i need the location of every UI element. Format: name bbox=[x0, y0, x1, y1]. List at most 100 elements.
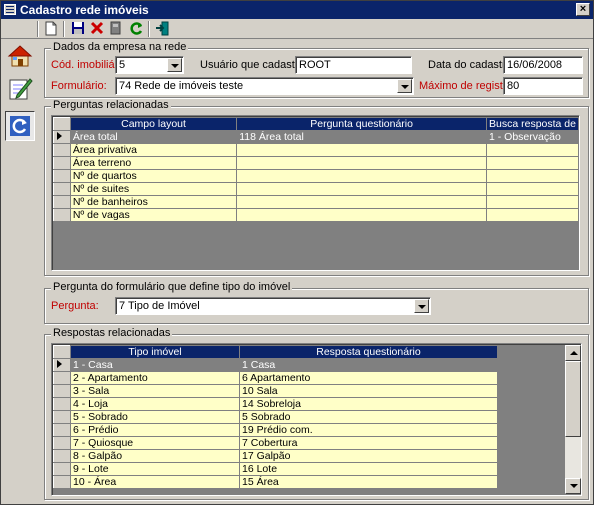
table-row[interactable]: Área terreno bbox=[53, 156, 579, 170]
table-row[interactable]: Nº de suites bbox=[53, 182, 579, 196]
row-indicator[interactable] bbox=[53, 169, 71, 183]
table-cell[interactable]: Nº de suites bbox=[69, 182, 238, 196]
table-row[interactable]: 3 - Sala 10 Sala bbox=[53, 384, 498, 398]
data-cadastro-field[interactable]: 16/06/2008 bbox=[503, 56, 583, 74]
table-row[interactable]: Nº de quartos bbox=[53, 169, 579, 183]
row-indicator[interactable] bbox=[53, 462, 71, 476]
table-cell[interactable]: Nº de banheiros bbox=[69, 195, 238, 209]
table-cell[interactable] bbox=[486, 156, 579, 170]
table-row[interactable]: 10 - Área 15 Área bbox=[53, 475, 498, 489]
row-indicator[interactable] bbox=[53, 143, 71, 157]
table-cell[interactable]: 3 - Sala bbox=[70, 384, 240, 398]
table-cell[interactable] bbox=[236, 169, 487, 183]
column-header[interactable]: Campo layout bbox=[69, 117, 238, 131]
table-cell[interactable]: 16 Lote bbox=[239, 462, 498, 476]
table-row[interactable]: Área total 118 Área total 1 - Observação bbox=[53, 130, 579, 144]
table-cell[interactable]: 118 Área total bbox=[236, 130, 487, 144]
scroll-down-icon[interactable] bbox=[565, 478, 581, 494]
table-cell[interactable]: 5 Sobrado bbox=[239, 410, 498, 424]
table-cell[interactable] bbox=[486, 143, 579, 157]
new-button[interactable] bbox=[42, 21, 60, 37]
table-cell[interactable]: 14 Sobreloja bbox=[239, 397, 498, 411]
usuario-field[interactable]: ROOT bbox=[295, 56, 412, 74]
table-cell[interactable]: 1 - Casa bbox=[70, 358, 240, 372]
table-row[interactable]: Nº de banheiros bbox=[53, 195, 579, 209]
chevron-down-icon[interactable] bbox=[397, 79, 412, 93]
table-cell[interactable]: 6 - Prédio bbox=[70, 423, 240, 437]
table-cell[interactable]: 9 - Lote bbox=[70, 462, 240, 476]
column-header[interactable]: Tipo imóvel bbox=[70, 345, 240, 359]
table-cell[interactable]: Área terreno bbox=[69, 156, 238, 170]
table-cell[interactable] bbox=[236, 208, 487, 222]
table-cell[interactable]: Nº de quartos bbox=[69, 169, 238, 183]
table-cell[interactable]: 10 - Área bbox=[70, 475, 240, 489]
table-cell[interactable]: 7 - Quiosque bbox=[70, 436, 240, 450]
table-cell[interactable] bbox=[486, 195, 579, 209]
sidebar-item-imovel[interactable] bbox=[5, 41, 35, 71]
table-row[interactable]: 8 - Galpão 17 Galpão bbox=[53, 449, 498, 463]
row-indicator[interactable] bbox=[53, 182, 71, 196]
respostas-scrollbar[interactable] bbox=[565, 345, 581, 494]
sidebar-item-formulario[interactable] bbox=[5, 73, 35, 103]
delete-button[interactable] bbox=[88, 21, 106, 37]
table-row[interactable]: Área privativa bbox=[53, 143, 579, 157]
chevron-down-icon[interactable] bbox=[167, 58, 182, 72]
column-header[interactable]: Resposta questionário bbox=[239, 345, 498, 359]
row-indicator[interactable] bbox=[53, 449, 71, 463]
table-cell[interactable]: Área total bbox=[69, 130, 238, 144]
scroll-up-icon[interactable] bbox=[565, 345, 581, 361]
row-indicator[interactable] bbox=[53, 410, 71, 424]
scroll-thumb[interactable] bbox=[565, 361, 581, 437]
row-indicator[interactable] bbox=[53, 156, 71, 170]
table-row[interactable]: 9 - Lote 16 Lote bbox=[53, 462, 498, 476]
close-button[interactable]: × bbox=[576, 3, 590, 16]
table-cell[interactable]: Nº de vagas bbox=[69, 208, 238, 222]
table-row[interactable]: 6 - Prédio 19 Prédio com. bbox=[53, 423, 498, 437]
formulario-select[interactable]: 74 Rede de imóveis teste bbox=[115, 77, 414, 95]
save-button[interactable] bbox=[69, 21, 87, 37]
table-row[interactable]: 4 - Loja 14 Sobreloja bbox=[53, 397, 498, 411]
table-cell[interactable]: 17 Galpão bbox=[239, 449, 498, 463]
column-header[interactable]: Busca resposta de bbox=[486, 117, 579, 131]
table-cell[interactable]: 2 - Apartamento bbox=[70, 371, 240, 385]
table-row[interactable]: 2 - Apartamento 6 Apartamento bbox=[53, 371, 498, 385]
sidebar-item-rede[interactable] bbox=[5, 111, 35, 141]
row-indicator[interactable] bbox=[53, 130, 71, 144]
table-cell[interactable]: 5 - Sobrado bbox=[70, 410, 240, 424]
column-header[interactable]: Pergunta questionário bbox=[236, 117, 487, 131]
row-indicator[interactable] bbox=[53, 358, 71, 372]
row-indicator[interactable] bbox=[53, 436, 71, 450]
exit-button[interactable] bbox=[153, 21, 171, 37]
table-cell[interactable] bbox=[236, 143, 487, 157]
row-indicator[interactable] bbox=[53, 371, 71, 385]
row-indicator[interactable] bbox=[53, 423, 71, 437]
row-indicator[interactable] bbox=[53, 475, 71, 489]
table-cell[interactable]: 6 Apartamento bbox=[239, 371, 498, 385]
table-cell[interactable] bbox=[236, 195, 487, 209]
table-cell[interactable]: 1 Casa bbox=[239, 358, 498, 372]
table-row[interactable]: 5 - Sobrado 5 Sobrado bbox=[53, 410, 498, 424]
table-cell[interactable]: 19 Prédio com. bbox=[239, 423, 498, 437]
table-row[interactable]: 1 - Casa 1 Casa bbox=[53, 358, 498, 372]
table-cell[interactable]: 4 - Loja bbox=[70, 397, 240, 411]
table-cell[interactable]: 15 Área bbox=[239, 475, 498, 489]
chevron-down-icon[interactable] bbox=[414, 299, 429, 313]
table-cell[interactable] bbox=[486, 208, 579, 222]
refresh-button[interactable] bbox=[127, 21, 145, 37]
table-cell[interactable]: 1 - Observação bbox=[486, 130, 579, 144]
table-cell[interactable] bbox=[486, 169, 579, 183]
cod-imobiliaria-select[interactable]: 5 bbox=[115, 56, 184, 74]
row-indicator[interactable] bbox=[53, 195, 71, 209]
maximo-registros-field[interactable]: 80 bbox=[503, 77, 583, 95]
table-cell[interactable] bbox=[486, 182, 579, 196]
table-cell[interactable]: Área privativa bbox=[69, 143, 238, 157]
table-cell[interactable] bbox=[236, 156, 487, 170]
print-button[interactable] bbox=[107, 21, 125, 37]
table-cell[interactable]: 8 - Galpão bbox=[70, 449, 240, 463]
table-row[interactable]: Nº de vagas bbox=[53, 208, 579, 222]
table-row[interactable]: 7 - Quiosque 7 Cobertura bbox=[53, 436, 498, 450]
row-indicator[interactable] bbox=[53, 384, 71, 398]
pergunta-select[interactable]: 7 Tipo de Imóvel bbox=[115, 297, 431, 315]
row-indicator[interactable] bbox=[53, 397, 71, 411]
title-bar[interactable]: Cadastro rede imóveis × bbox=[1, 1, 593, 19]
